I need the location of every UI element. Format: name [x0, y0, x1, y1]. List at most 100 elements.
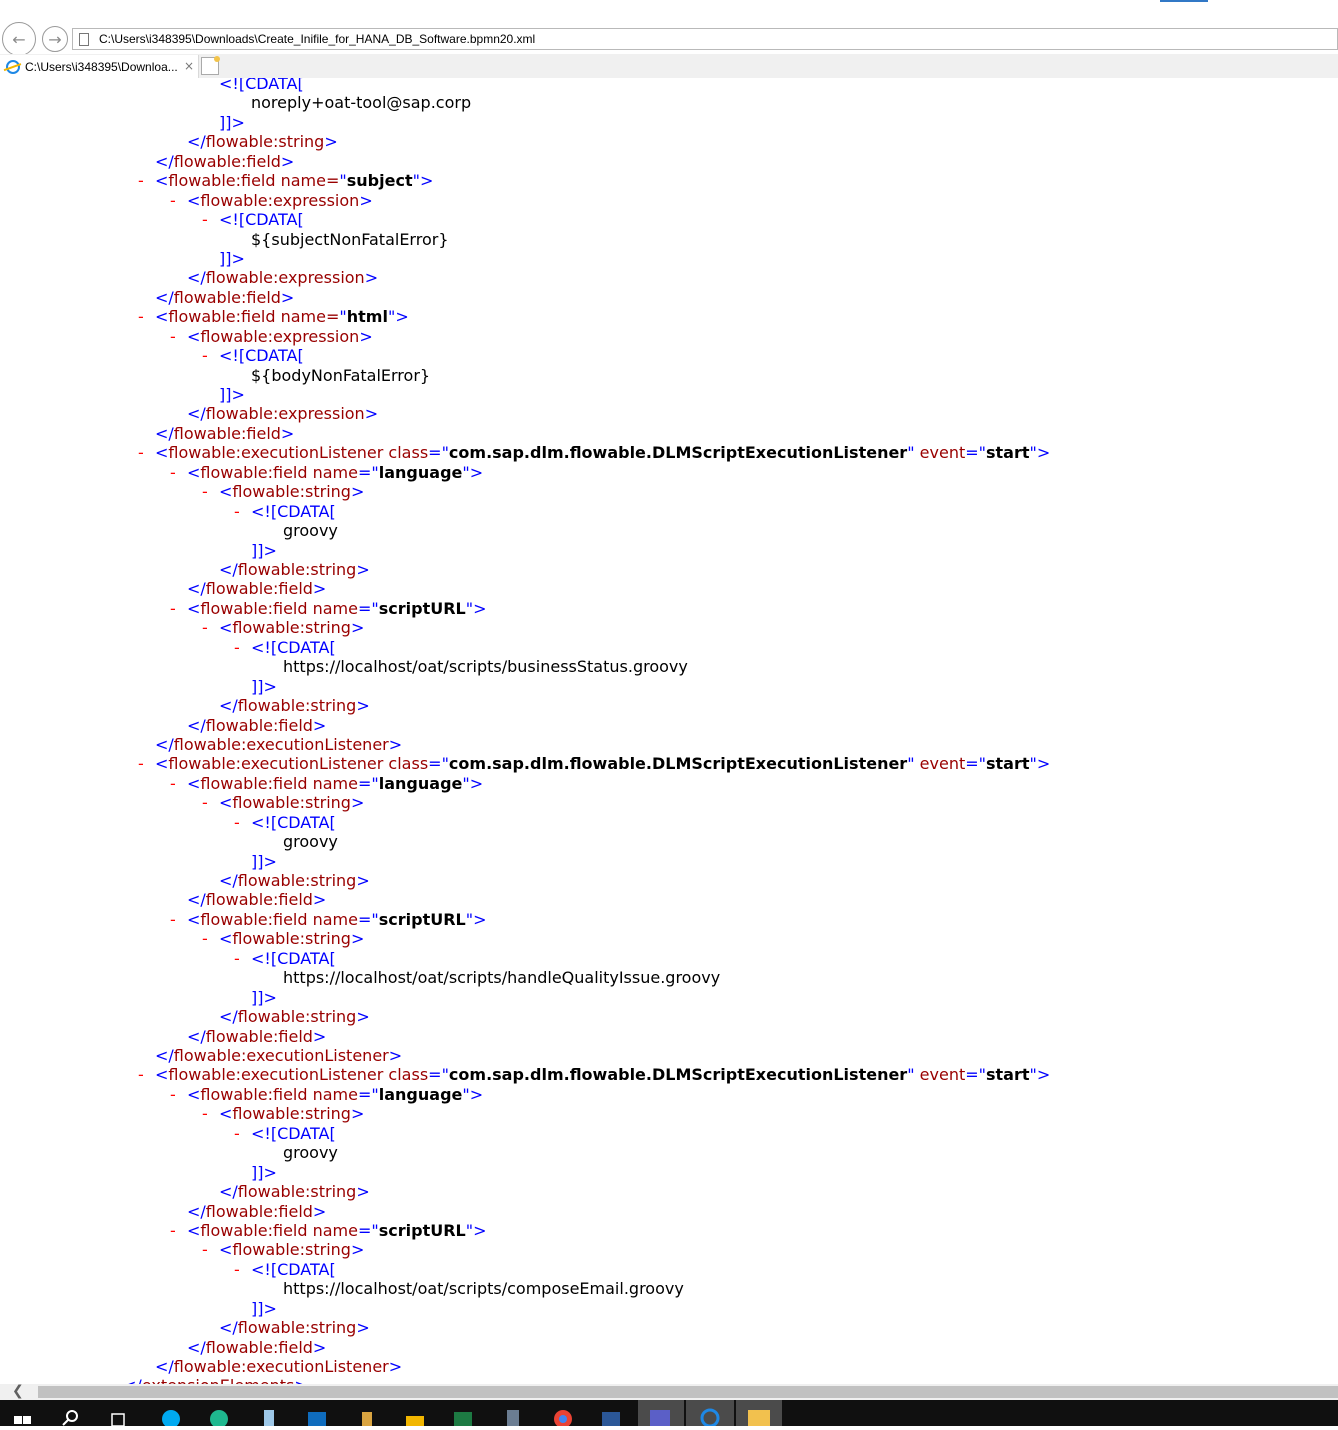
- xml-token: flowable:field: [205, 579, 313, 599]
- xml-token: flowable:field: [205, 890, 313, 910]
- collapse-toggle[interactable]: -: [202, 793, 208, 812]
- close-tab-icon[interactable]: ×: [184, 59, 194, 73]
- xml-token: <![CDATA[: [219, 346, 304, 366]
- collapse-toggle[interactable]: -: [234, 949, 240, 968]
- xml-token: flowable:executionListener: [173, 1357, 389, 1377]
- collapse-toggle[interactable]: -: [170, 599, 176, 618]
- excel-icon[interactable]: [452, 1408, 472, 1426]
- xml-line-content: </extensionElements>: [123, 1376, 308, 1384]
- xml-line-content: <![CDATA[: [251, 502, 336, 521]
- xml-token: <: [187, 462, 201, 482]
- xml-line-content: <flowable:string>: [219, 1240, 364, 1259]
- collapse-toggle[interactable]: -: [170, 774, 176, 793]
- windows-start-icon[interactable]: [14, 1408, 34, 1426]
- collapse-toggle[interactable]: -: [202, 929, 208, 948]
- collapse-toggle[interactable]: -: [234, 502, 240, 521]
- network-tool-icon[interactable]: [356, 1408, 376, 1426]
- xml-token: =": [965, 754, 986, 774]
- horizontal-scrollbar[interactable]: ❮: [0, 1383, 1338, 1400]
- forward-button[interactable]: →: [42, 26, 68, 52]
- xml-token: </: [187, 268, 206, 288]
- xml-token: <![CDATA[: [219, 78, 304, 93]
- xml-token: >: [364, 404, 379, 424]
- xml-line-content: <flowable:field name="html">: [155, 307, 409, 326]
- xml-line-content: ${bodyNonFatalError}: [251, 366, 430, 385]
- xml-token: >: [312, 579, 327, 599]
- collapse-toggle[interactable]: -: [202, 618, 208, 637]
- file-explorer-icon[interactable]: [736, 1400, 782, 1426]
- scroll-left-icon[interactable]: ❮: [12, 1383, 24, 1399]
- xml-token: </: [187, 1337, 206, 1357]
- internet-explorer-taskbar-icon[interactable]: [686, 1400, 734, 1428]
- collapse-toggle[interactable]: -: [138, 307, 144, 326]
- xml-line-content: <flowable:string>: [219, 482, 364, 501]
- xml-token: >: [388, 1046, 403, 1065]
- teams-icon[interactable]: [638, 1400, 684, 1426]
- xml-line-content: <![CDATA[: [219, 210, 304, 229]
- collapse-toggle[interactable]: -: [202, 210, 208, 229]
- xml-token: flowable:field: [173, 151, 281, 171]
- xml-token: flowable:string: [232, 929, 351, 949]
- collapse-toggle[interactable]: -: [202, 346, 208, 365]
- xml-token: <: [155, 1065, 169, 1085]
- collapse-toggle[interactable]: -: [170, 191, 176, 210]
- xml-token: flowable:string: [237, 560, 357, 579]
- notepad-icon[interactable]: [258, 1408, 278, 1426]
- xml-token: flowable:executionListener class: [168, 1065, 429, 1085]
- new-tab-icon[interactable]: [201, 56, 220, 75]
- collapse-toggle[interactable]: -: [202, 1104, 208, 1123]
- edge-icon[interactable]: [208, 1408, 228, 1428]
- xml-token: <: [187, 909, 201, 929]
- xml-token: flowable:string: [232, 793, 351, 813]
- task-view-icon[interactable]: [110, 1408, 130, 1427]
- address-url[interactable]: C:\Users\i348395\Downloads\Create_Inifil…: [99, 32, 535, 46]
- xml-token: </: [155, 734, 174, 754]
- back-button[interactable]: ←: [2, 22, 36, 56]
- xml-token: >: [280, 151, 295, 171]
- xml-token: </: [219, 871, 238, 891]
- tab-xml-file[interactable]: C:\Users\i348395\Downloa... ×: [0, 55, 199, 78]
- collapse-toggle[interactable]: -: [138, 443, 144, 462]
- scrollbar-thumb[interactable]: [38, 1386, 1338, 1398]
- device-icon[interactable]: [502, 1408, 522, 1426]
- xml-token: flowable:field: [205, 1201, 313, 1221]
- search-icon[interactable]: [62, 1408, 82, 1426]
- xml-line-content: </flowable:field>: [187, 1338, 326, 1357]
- xml-token: flowable:string: [232, 1104, 351, 1124]
- xml-token: ">: [465, 598, 487, 618]
- xml-token: >: [312, 1026, 327, 1046]
- collapse-toggle[interactable]: -: [170, 1085, 176, 1104]
- sap-tool-icon[interactable]: [404, 1408, 424, 1426]
- xml-token: flowable:executionListener: [173, 734, 389, 754]
- xml-line-content: <![CDATA[: [251, 813, 336, 832]
- accent-strip: [1160, 0, 1208, 2]
- collapse-toggle[interactable]: -: [170, 327, 176, 346]
- address-bar[interactable]: C:\Users\i348395\Downloads\Create_Inifil…: [72, 28, 1338, 50]
- word-icon[interactable]: [600, 1408, 620, 1426]
- collapse-toggle[interactable]: -: [234, 638, 240, 657]
- xml-line-content: <![CDATA[: [251, 949, 336, 968]
- xml-token: ">: [412, 171, 434, 191]
- collapse-toggle[interactable]: -: [202, 1240, 208, 1259]
- skype-icon[interactable]: [160, 1408, 180, 1428]
- xml-token: flowable:field name: [200, 1220, 358, 1240]
- xml-token: >: [356, 560, 370, 579]
- collapse-toggle[interactable]: -: [138, 171, 144, 190]
- collapse-toggle[interactable]: -: [234, 813, 240, 832]
- collapse-toggle[interactable]: -: [170, 463, 176, 482]
- collapse-toggle[interactable]: -: [170, 1221, 176, 1240]
- windows-taskbar: [0, 1400, 1338, 1428]
- xml-token: groovy: [283, 521, 338, 541]
- xml-line-content: ]]>: [219, 249, 245, 268]
- xml-token: ": [907, 1065, 920, 1085]
- collapse-toggle[interactable]: -: [234, 1260, 240, 1279]
- collapse-toggle[interactable]: -: [202, 482, 208, 501]
- collapse-toggle[interactable]: -: [138, 1065, 144, 1084]
- chrome-icon[interactable]: [552, 1408, 572, 1428]
- collapse-toggle[interactable]: -: [138, 754, 144, 773]
- collapse-toggle[interactable]: -: [234, 1124, 240, 1143]
- xml-token: </: [219, 696, 238, 716]
- collapse-toggle[interactable]: -: [170, 910, 176, 929]
- xml-token: >: [294, 1376, 307, 1384]
- outlook-icon[interactable]: [306, 1408, 326, 1426]
